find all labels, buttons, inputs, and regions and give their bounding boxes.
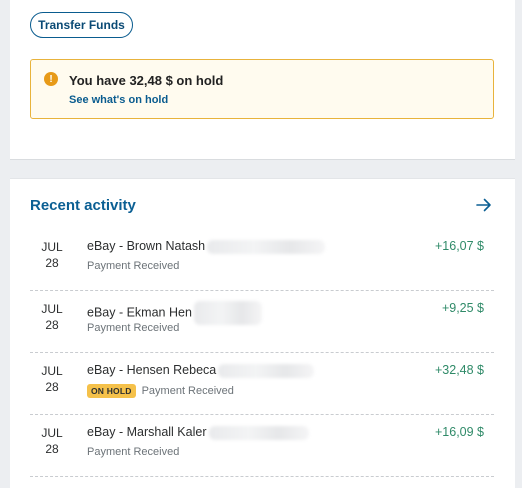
see-on-hold-link[interactable]: See what's on hold	[69, 94, 168, 106]
redacted-email	[208, 425, 309, 440]
activity-payer: eBay - Marshall Kaler	[87, 425, 309, 440]
activity-day: 28	[45, 380, 59, 394]
activity-status: Payment Received	[87, 322, 179, 334]
activity-status-text: Payment Received	[87, 446, 180, 458]
activity-payer: eBay - Hensen Rebeca	[87, 363, 315, 378]
activity-amount: +16,07 $	[434, 239, 484, 253]
activity-row[interactable]: JUL 28 eBay - Ekman Hen Payment Received…	[30, 291, 494, 353]
activity-status: Payment Received	[87, 260, 179, 272]
activity-amount: +9,25 $	[441, 301, 484, 315]
activity-payer-name: eBay - Ekman Hen	[87, 305, 192, 320]
activity-row[interactable]: JUL 28 eBay - Brown Natash Payment Recei…	[30, 229, 494, 291]
recent-activity-heading: Recent activity	[30, 197, 136, 214]
activity-payer-name: eBay - Brown Natash	[87, 239, 206, 253]
activity-payer-name: eBay - Marshall Kaler	[87, 425, 207, 439]
activity-month: JUL	[41, 364, 63, 378]
transfer-funds-button[interactable]: Transfer Funds	[30, 12, 133, 38]
balance-card: Transfer Funds ! You have 32,48 $ on hol…	[10, 0, 515, 160]
activity-month: JUL	[41, 240, 63, 254]
warning-icon: !	[44, 72, 58, 86]
on-hold-notice: ! You have 32,48 $ on hold See what's on…	[30, 59, 494, 119]
activity-amount: +32,48 $	[434, 363, 484, 377]
activity-status-text: Payment Received	[87, 260, 180, 272]
redacted-email	[218, 363, 315, 378]
activity-status-text: Payment Received	[87, 322, 180, 334]
redacted-email	[193, 301, 262, 325]
redacted-email	[207, 239, 326, 254]
on-hold-badge: ON HOLD	[87, 384, 136, 398]
activity-row[interactable]: JUL 28 eBay - Marshall Kaler Payment Rec…	[30, 415, 494, 477]
activity-day: 28	[45, 256, 59, 270]
activity-date: JUL 28	[40, 239, 64, 271]
on-hold-message: You have 32,48 $ on hold	[69, 73, 224, 88]
activity-row[interactable]: JUL 28 eBay - Hensen Rebeca ON HOLD Payme…	[30, 353, 494, 415]
activity-day: 28	[45, 442, 59, 456]
activity-status: Payment Received	[87, 446, 179, 458]
activity-payer-name: eBay - Hensen Rebeca	[87, 363, 217, 377]
activity-status-text: Payment Received	[141, 385, 234, 397]
recent-activity-card: Recent activity JUL 28 eBay - Brown Nata…	[10, 178, 515, 488]
activity-status: ON HOLD Payment Received	[87, 384, 234, 398]
arrow-right-icon[interactable]	[474, 195, 494, 215]
activity-date: JUL 28	[40, 363, 64, 395]
activity-payer: eBay - Brown Natash	[87, 239, 326, 254]
activity-day: 28	[45, 318, 59, 332]
activity-date: JUL 28	[40, 425, 64, 457]
activity-month: JUL	[41, 302, 63, 316]
activity-amount: +16,09 $	[434, 425, 484, 439]
activity-date: JUL 28	[40, 301, 64, 333]
activity-month: JUL	[41, 426, 63, 440]
